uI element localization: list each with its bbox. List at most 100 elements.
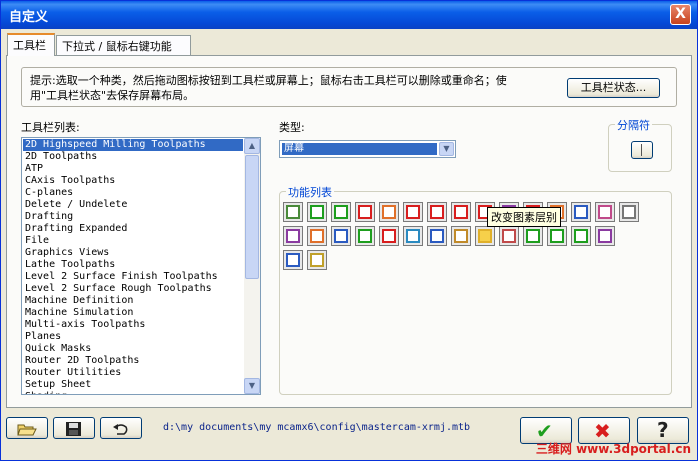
purple-curve-icon[interactable]: [283, 226, 303, 246]
palette-icon[interactable]: [499, 226, 519, 246]
red-split-v-icon[interactable]: [451, 202, 471, 222]
list-item[interactable]: Machine Definition: [23, 295, 243, 307]
blue-window-icon[interactable]: [427, 226, 447, 246]
orange-x-icon[interactable]: [307, 226, 327, 246]
list-item[interactable]: Machine Simulation: [23, 307, 243, 319]
palette-glyph: [502, 229, 516, 243]
green-lines-glyph: [550, 229, 564, 243]
open-button[interactable]: [6, 417, 48, 439]
sigma-icon[interactable]: [571, 202, 591, 222]
scroll-up-icon[interactable]: ▲: [244, 138, 260, 154]
chevron-down-icon[interactable]: ▼: [439, 142, 454, 156]
type-select[interactable]: 屏幕 ▼: [279, 140, 456, 158]
undo-button[interactable]: [100, 417, 142, 439]
list-item[interactable]: Level 2 Surface Rough Toolpaths: [23, 283, 243, 295]
hint-line-1: 提示:选取一个种类，然后拖动图标按钮到工具栏或屏幕上；鼠标右击工具栏可以删除或重…: [30, 74, 507, 87]
list-item[interactable]: Level 2 Surface Finish Toolpaths: [23, 271, 243, 283]
target-icon[interactable]: [403, 226, 423, 246]
purple-copy-glyph: [598, 229, 612, 243]
list-item[interactable]: 2D Toolpaths: [23, 151, 243, 163]
list-item[interactable]: Delete / Undelete: [23, 199, 243, 211]
close-button[interactable]: X: [670, 4, 691, 25]
list-item[interactable]: Drafting Expanded: [23, 223, 243, 235]
list-item[interactable]: CAxis Toolpaths: [23, 175, 243, 187]
undo-arrow-icon: [113, 424, 128, 435]
list-item[interactable]: Router Utilities: [23, 367, 243, 379]
folder-open-icon: [17, 424, 37, 436]
list-item[interactable]: ATP: [23, 163, 243, 175]
down-arrow-icon[interactable]: [379, 226, 399, 246]
green-x-icon[interactable]: [355, 226, 375, 246]
hint-box: 提示:选取一个种类，然后拖动图标按钮到工具栏或屏幕上；鼠标右击工具栏可以删除或重…: [21, 67, 677, 107]
target-glyph: [406, 229, 420, 243]
vertical-scrollbar[interactable]: ▲ ▼: [244, 138, 260, 394]
list-item[interactable]: Quick Masks: [23, 343, 243, 355]
tooltip: 改变图素层别: [487, 207, 561, 227]
floppy-disk-icon: [66, 422, 81, 436]
watermark-text: 三维网 www.3dportal.cn: [535, 442, 691, 456]
sigma-glyph: [574, 205, 588, 219]
toolbar-list-label: 工具栏列表:: [21, 121, 80, 134]
scroll-thumb[interactable]: [245, 155, 259, 279]
dots-grid-glyph: [598, 205, 612, 219]
purple-curve-glyph: [286, 229, 300, 243]
list-item[interactable]: 2D Highspeed Milling Toolpaths: [23, 139, 243, 151]
list-item[interactable]: Router 2D Toolpaths: [23, 355, 243, 367]
tab-menus[interactable]: 下拉式 / 鼠标右键功能: [56, 35, 191, 55]
tab-toolbars[interactable]: 工具栏: [7, 33, 55, 56]
orange-diamond-icon[interactable]: [379, 202, 399, 222]
function-list-label: 功能列表: [286, 184, 334, 200]
toolbar-list-items: 2D Highspeed Milling Toolpaths 2D Toolpat…: [23, 139, 243, 394]
scroll-down-icon[interactable]: ▼: [244, 378, 260, 394]
down-arrow-glyph: [382, 229, 396, 243]
purple-copy-icon[interactable]: [595, 226, 615, 246]
customize-dialog: 自定义 X 工具栏 下拉式 / 鼠标右键功能 提示:选取一个种类，然后拖动图标按…: [0, 0, 698, 461]
blue-x-glyph: [334, 229, 348, 243]
green-lines-icon[interactable]: [547, 226, 567, 246]
toolbar-listbox[interactable]: 2D Highspeed Milling Toolpaths 2D Toolpat…: [21, 137, 261, 395]
list-item[interactable]: C-planes: [23, 187, 243, 199]
red-split-h-icon[interactable]: [427, 202, 447, 222]
list-item[interactable]: Multi-axis Toolpaths: [23, 319, 243, 331]
surface-stripes-icon[interactable]: [283, 202, 303, 222]
camera-icon[interactable]: [619, 202, 639, 222]
list-item[interactable]: Setup Sheet: [23, 379, 243, 391]
dots-grid-icon[interactable]: [595, 202, 615, 222]
blue-square-icon[interactable]: [283, 250, 303, 270]
question-mark-icon: ?: [657, 418, 669, 442]
list-item[interactable]: Lathe Toolpaths: [23, 259, 243, 271]
green-arrow-right-icon[interactable]: [307, 202, 327, 222]
green-star-icon[interactable]: [523, 226, 543, 246]
title-bar[interactable]: 自定义 X: [1, 1, 697, 29]
list-item[interactable]: Planes: [23, 331, 243, 343]
type-value: 屏幕: [282, 143, 437, 155]
red-minus-icon[interactable]: [355, 202, 375, 222]
hourglass-icon[interactable]: [307, 250, 327, 270]
green-plus-glyph: [334, 205, 348, 219]
picture-icon[interactable]: [451, 226, 471, 246]
window-title: 自定义: [9, 10, 49, 25]
separator-bar-icon: [641, 144, 642, 156]
green-bars-icon[interactable]: [571, 226, 591, 246]
separator-label: 分隔符: [615, 117, 652, 133]
list-item[interactable]: Shading: [23, 391, 243, 394]
red-split-v-glyph: [454, 205, 468, 219]
separator-button[interactable]: [631, 141, 653, 159]
orange-diamond-glyph: [382, 205, 396, 219]
save-button[interactable]: [53, 417, 95, 439]
red-square-icon[interactable]: [403, 202, 423, 222]
camera-glyph: [622, 205, 636, 219]
toolbar-state-button[interactable]: 工具栏状态...: [567, 78, 660, 98]
blue-window-glyph: [430, 229, 444, 243]
green-bars-glyph: [574, 229, 588, 243]
blue-x-icon[interactable]: [331, 226, 351, 246]
level-change-icon[interactable]: [475, 226, 495, 246]
type-label: 类型:: [279, 121, 305, 134]
surface-stripes-glyph: [286, 205, 300, 219]
orange-x-glyph: [310, 229, 324, 243]
green-plus-icon[interactable]: [331, 202, 351, 222]
list-item[interactable]: Drafting: [23, 211, 243, 223]
list-item[interactable]: Graphics Views: [23, 247, 243, 259]
green-arrow-right-glyph: [310, 205, 324, 219]
list-item[interactable]: File: [23, 235, 243, 247]
